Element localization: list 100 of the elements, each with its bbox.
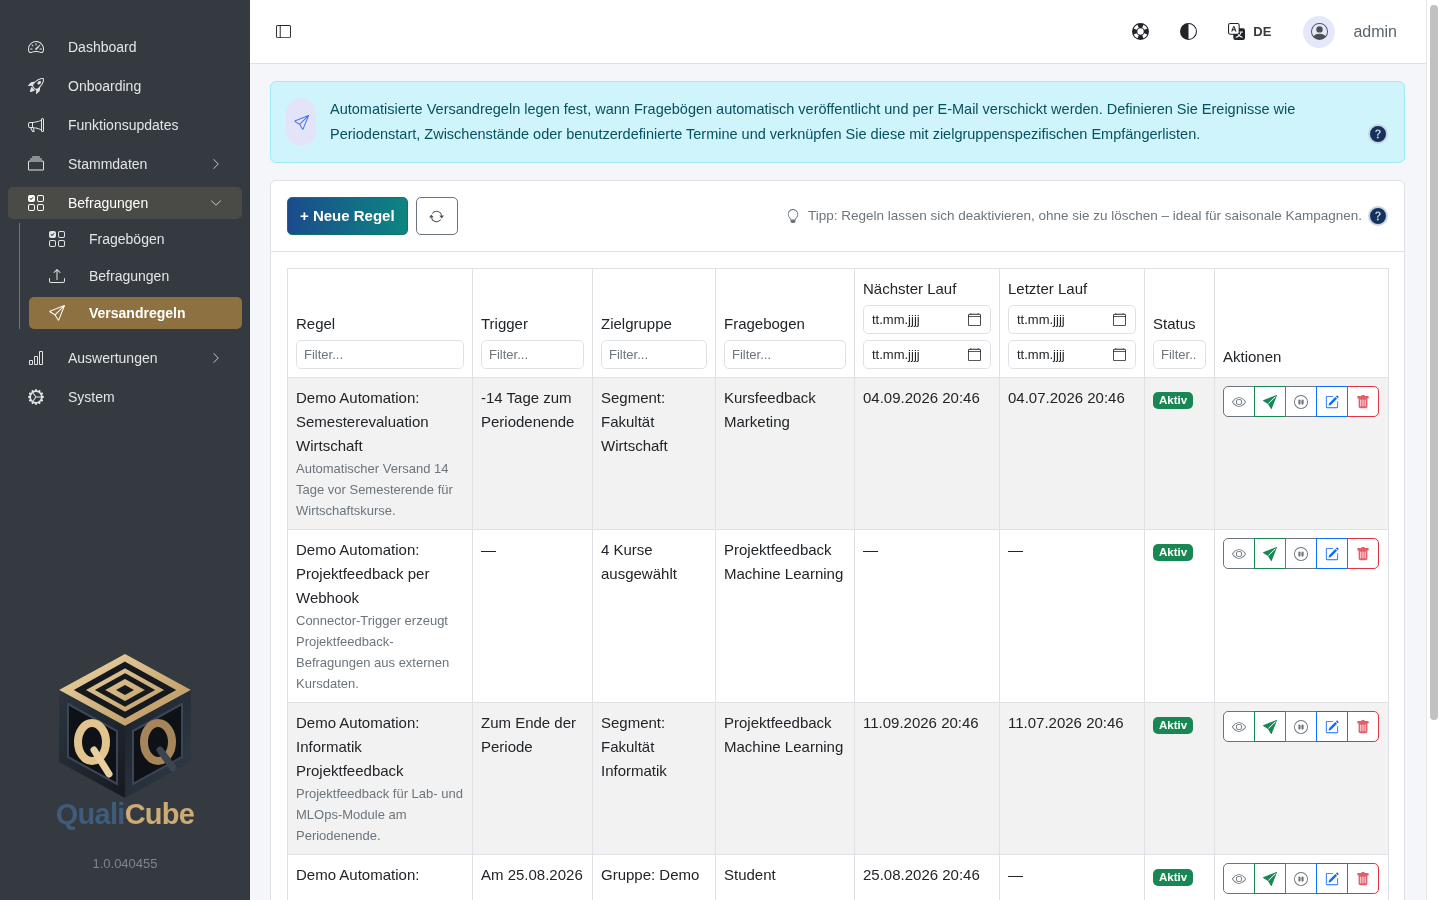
pause-icon (1294, 394, 1308, 409)
nav-item[interactable]: Onboarding (8, 70, 242, 102)
column-header: Aktionen (1223, 347, 1283, 367)
logo-wordmark: QualiCube (55, 797, 195, 830)
calendar-icon[interactable] (1113, 313, 1126, 326)
edit-button[interactable] (1316, 386, 1348, 417)
nav-subitem[interactable]: Fragebögen (29, 223, 242, 255)
paper-plane-icon (286, 98, 316, 146)
status-badge: Aktiv (1153, 392, 1194, 409)
calendar-icon[interactable] (968, 313, 981, 326)
column-header: Status (1153, 314, 1197, 334)
info-text: Automatisierte Versandregeln legen fest, wann Fragebögen automatisch veröffentlicht und per E-Mail verschickt werden. Definieren Sie Ereignisse wie Periodenstart, Zwischenstände oder benutzerdefinierte Termine und verknüpfen Sie diese mit zielgruppenspezifischen Empfängerlisten. (330, 100, 1297, 144)
filter-field[interactable]: Filter... (296, 340, 464, 369)
table-cell: 11.09.2026 20:46 (854, 702, 1000, 855)
send-button[interactable] (1254, 711, 1286, 742)
pencil-square-icon (1325, 546, 1339, 561)
nav-item[interactable]: Funktionsupdates (8, 109, 242, 141)
pause-button[interactable] (1285, 538, 1317, 569)
sidebar-toggle-icon[interactable] (276, 24, 291, 39)
date-filter-field[interactable]: tt.mm.jjjj (863, 305, 991, 334)
rule-description: Connector-Trigger erzeugt Projektfeedback-Befragungen aus externen Kursdaten. (296, 612, 451, 693)
trash-icon (1356, 719, 1370, 734)
user-menu-button[interactable]: admin (1303, 15, 1397, 48)
table-cell: 4 Kurse ausgewählt (592, 529, 716, 703)
pause-icon (1294, 546, 1308, 561)
nav-item[interactable]: System (8, 381, 242, 413)
table-cell: -14 Tage zum Periodenende (472, 377, 593, 530)
paper-plane-icon (49, 305, 65, 321)
language-button[interactable]: DE (1228, 21, 1272, 42)
paper-plane-icon (1263, 719, 1277, 734)
send-button[interactable] (1254, 386, 1286, 417)
lifebuoy-icon[interactable] (1132, 23, 1150, 40)
rocket-icon (28, 78, 44, 94)
avatar-icon (1303, 15, 1336, 48)
eye-icon (1232, 871, 1246, 886)
pause-button[interactable] (1285, 386, 1317, 417)
delete-button[interactable] (1347, 538, 1379, 569)
help-icon[interactable] (1368, 124, 1388, 144)
status-badge: Aktiv (1153, 544, 1194, 561)
delete-button[interactable] (1347, 386, 1379, 417)
rule-name: Demo Automation: (296, 865, 421, 885)
table-cell: Projektfeedback Machine Learning (715, 702, 855, 855)
pause-button[interactable] (1285, 711, 1317, 742)
pause-button[interactable] (1285, 863, 1317, 894)
date-filter-field[interactable]: tt.mm.jjjj (1008, 340, 1136, 369)
pause-icon (1294, 719, 1308, 734)
date-filter-field[interactable]: tt.mm.jjjj (863, 340, 991, 369)
bar-chart-icon (28, 350, 44, 366)
column-header: Regel (296, 314, 337, 334)
date-filter-field[interactable]: tt.mm.jjjj (1008, 305, 1136, 334)
column-header: Nächster Lauf (863, 279, 958, 299)
rule-name: Demo Automation: Informatik Projektfeedback (296, 713, 421, 781)
nav-subitem[interactable]: Befragungen (29, 260, 242, 292)
scrollbar[interactable] (1426, 0, 1440, 900)
nav-item[interactable]: Auswertungen (8, 342, 242, 374)
edit-button[interactable] (1316, 538, 1348, 569)
table-cell: Segment: Fakultät Wirtschaft (592, 377, 716, 530)
edit-button[interactable] (1316, 711, 1348, 742)
delete-button[interactable] (1347, 863, 1379, 894)
nav-subitem[interactable]: Versandregeln (29, 297, 242, 329)
table-cell: 04.07.2026 20:46 (999, 377, 1145, 530)
table-cell: — (854, 529, 1000, 703)
lightbulb-icon (785, 209, 800, 223)
edit-button[interactable] (1316, 863, 1348, 894)
checklist-grid-icon (49, 231, 65, 247)
nav-item[interactable]: Dashboard (8, 31, 242, 63)
filter-field[interactable]: Filter... (601, 340, 707, 369)
settings-icon (28, 389, 44, 405)
nav-item[interactable]: Stammdaten (8, 148, 242, 180)
scrollbar-thumb[interactable] (1429, 5, 1438, 720)
rule-description: Projektfeedback für Lab- und MLOps-Module am Periodenende. (296, 785, 464, 845)
table-cell: 11.07.2026 20:46 (999, 702, 1145, 855)
calendar-icon[interactable] (1113, 348, 1126, 361)
stack-icon (28, 156, 44, 172)
pencil-square-icon (1325, 871, 1339, 886)
help-icon[interactable] (1368, 206, 1388, 226)
send-button[interactable] (1254, 863, 1286, 894)
rule-description: Automatischer Versand 14 Tage vor Semesterende für Wirtschaftskurse. (296, 460, 454, 520)
view-button[interactable] (1223, 711, 1255, 742)
speedometer-icon (28, 39, 44, 55)
nav-item[interactable]: Befragungen (8, 187, 242, 219)
trash-icon (1356, 871, 1370, 886)
table-cell: 04.09.2026 20:46 (854, 377, 1000, 530)
version-label: 1.0.040455 (92, 854, 158, 873)
checklist-grid-icon (28, 195, 44, 211)
filter-field[interactable]: Filter... (481, 340, 584, 369)
calendar-icon[interactable] (968, 348, 981, 361)
column-header: Trigger (481, 314, 529, 334)
refresh-button[interactable] (415, 197, 458, 235)
view-button[interactable] (1223, 538, 1255, 569)
delete-button[interactable] (1347, 711, 1379, 742)
view-button[interactable] (1223, 863, 1255, 894)
contrast-icon[interactable] (1180, 23, 1198, 40)
column-header: Fragebogen (724, 314, 806, 334)
send-button[interactable] (1254, 538, 1286, 569)
filter-field[interactable]: Filter.. (1153, 340, 1206, 369)
paper-plane-icon (1263, 871, 1277, 886)
filter-field[interactable]: Filter... (724, 340, 846, 369)
new-rule-button[interactable]: + Neue Regel (287, 197, 408, 235)
view-button[interactable] (1223, 386, 1255, 417)
